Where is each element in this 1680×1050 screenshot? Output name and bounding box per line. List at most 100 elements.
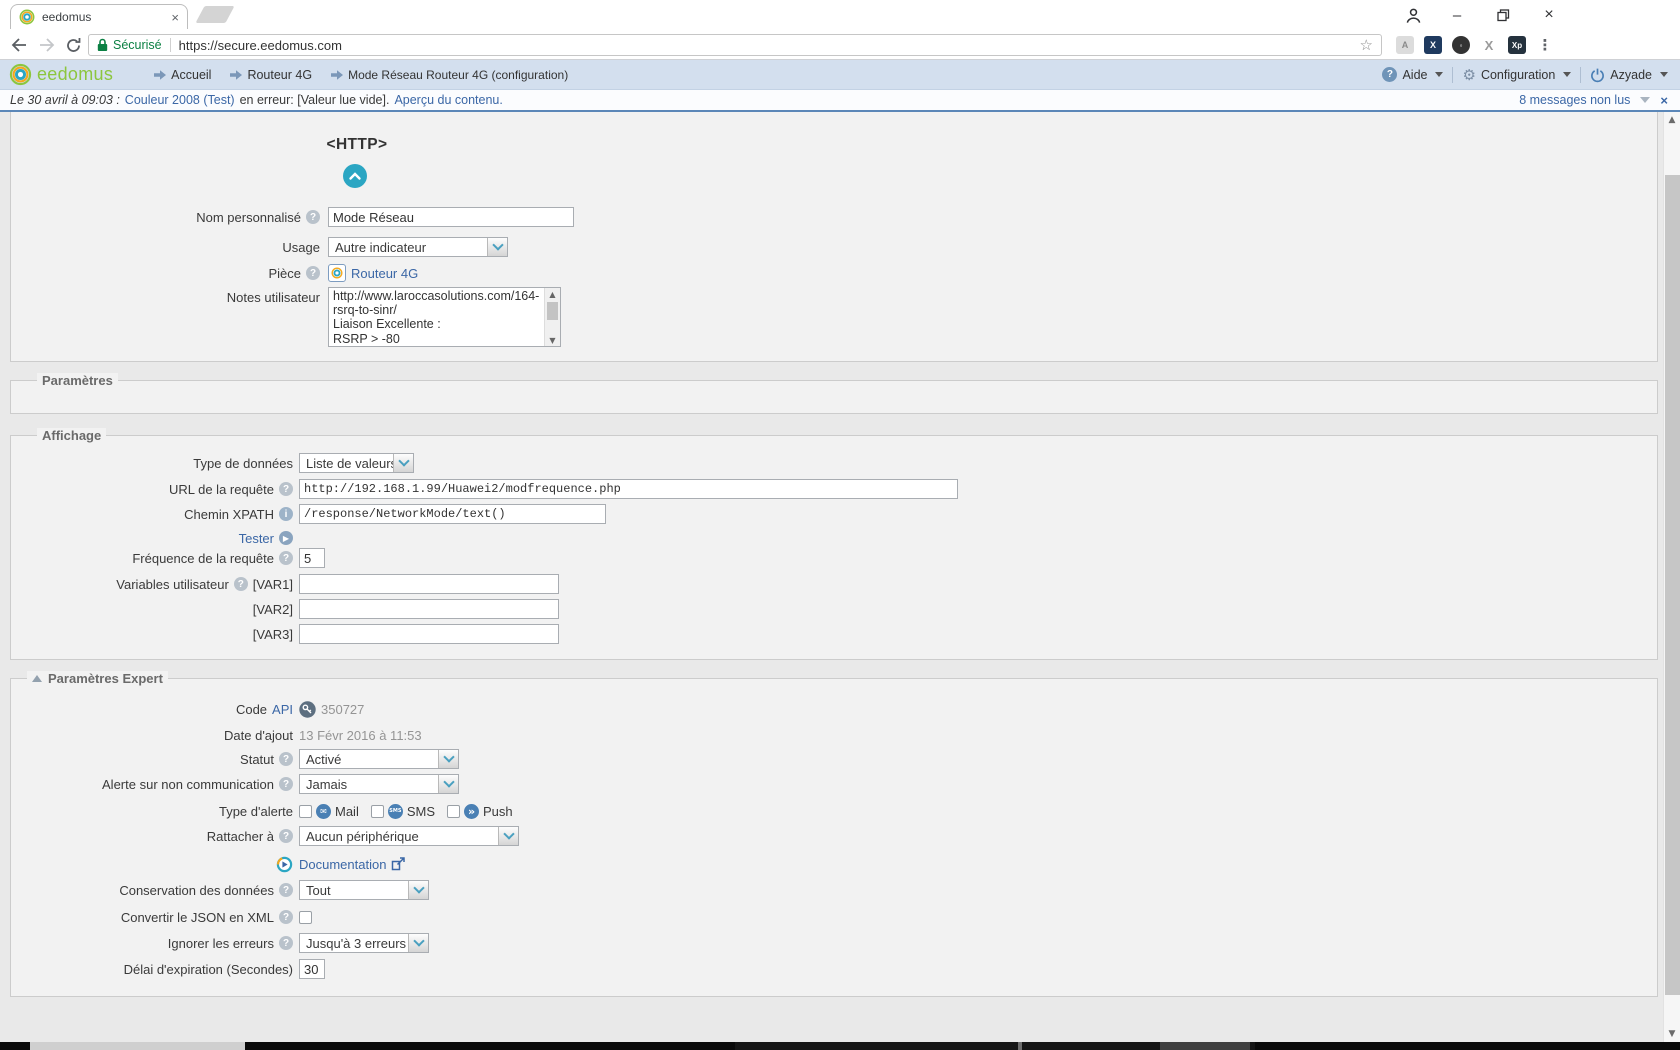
extension-pdf-icon[interactable]: A (1396, 36, 1414, 54)
frequency-label: Fréquence de la requête (132, 551, 274, 566)
usage-row: Usage Autre indicateur (11, 237, 1657, 257)
help-question-icon[interactable]: ? (279, 777, 293, 791)
status-select[interactable]: Activé (299, 749, 459, 769)
eedomus-logo[interactable] (9, 63, 32, 86)
help-question-icon[interactable]: ? (234, 577, 248, 591)
notification-preview-link[interactable]: Aperçu du contenu. (394, 93, 502, 107)
profile-icon[interactable] (1398, 4, 1428, 26)
help-question-icon[interactable]: ? (306, 266, 320, 280)
scrollbar-thumb[interactable] (547, 302, 558, 320)
select-arrow-button[interactable] (408, 934, 428, 952)
browser-tab[interactable]: eedomus × (10, 4, 188, 29)
data-type-select[interactable]: Liste de valeurs (299, 453, 414, 473)
tester-link[interactable]: Tester (239, 531, 274, 546)
notes-scrollbar[interactable]: ▲ ▼ (544, 288, 560, 346)
help-question-icon[interactable]: ? (279, 482, 293, 496)
tab-close-icon[interactable]: × (171, 11, 179, 24)
help-question-icon[interactable]: ? (279, 936, 293, 950)
help-question-icon[interactable]: ? (279, 829, 293, 843)
select-arrow-button[interactable] (487, 238, 507, 256)
notification-bar: Le 30 avril à 09:03 : Couleur 2008 (Test… (0, 90, 1680, 112)
scroll-down-icon[interactable]: ▼ (1664, 1026, 1680, 1042)
help-question-icon[interactable]: ? (279, 883, 293, 897)
configuration-menu[interactable]: ⚙ Configuration (1462, 66, 1571, 84)
new-tab-button[interactable] (195, 6, 234, 23)
help-question-icon[interactable]: ? (279, 752, 293, 766)
help-question-icon[interactable]: ? (306, 210, 320, 224)
push-checkbox[interactable] (447, 805, 460, 818)
extension-x-dark-icon[interactable]: X (1424, 36, 1442, 54)
refresh-icon[interactable] (62, 34, 84, 56)
extension-xp-icon[interactable]: Xp (1508, 36, 1526, 54)
select-arrow-button[interactable] (408, 881, 428, 899)
select-arrow-button[interactable] (498, 827, 518, 845)
attach-select[interactable]: Aucun périphérique (299, 826, 519, 846)
help-menu[interactable]: ? Aide (1382, 67, 1443, 82)
forward-icon[interactable] (36, 34, 58, 56)
page-scrollbar[interactable]: ▲ ▼ (1663, 112, 1680, 1042)
attach-value: Aucun périphérique (300, 827, 498, 845)
var2-input[interactable] (299, 599, 559, 619)
communication-alert-select[interactable]: Jamais (299, 774, 459, 794)
scroll-up-icon[interactable]: ▲ (1664, 112, 1680, 128)
breadcrumb-accueil[interactable]: Accueil (171, 68, 211, 82)
collapse-expert-icon[interactable] (32, 675, 42, 682)
xpath-input[interactable] (299, 504, 606, 524)
name-label-wrap: Nom personnalisé ? (11, 207, 320, 227)
unread-messages-link[interactable]: 8 messages non lus (1519, 93, 1630, 107)
play-icon[interactable]: ▶ (279, 531, 293, 545)
user-menu[interactable]: Azyade (1590, 67, 1668, 83)
close-notification-icon[interactable]: × (1660, 93, 1668, 108)
window-close-button[interactable]: × (1534, 4, 1564, 26)
frequency-input[interactable] (299, 548, 325, 568)
documentation-link[interactable]: Documentation (299, 857, 386, 872)
notes-row: Notes utilisateur (11, 287, 1657, 307)
address-bar[interactable]: Sécurisé https://secure.eedomus.com ☆ (88, 34, 1382, 56)
breadcrumb-routeur-4g[interactable]: Routeur 4G (247, 68, 312, 82)
device-type-title: <HTTP> (257, 136, 457, 154)
push-icon: » (464, 804, 479, 819)
notification-device-link[interactable]: Couleur 2008 (Test) (125, 93, 235, 107)
chevron-down-icon (443, 751, 454, 762)
name-input[interactable] (328, 207, 574, 227)
select-arrow-button[interactable] (393, 454, 413, 472)
back-icon[interactable] (8, 34, 30, 56)
scroll-down-icon[interactable]: ▼ (545, 334, 560, 346)
collapse-section-button[interactable] (343, 164, 367, 188)
sms-label: SMS (407, 804, 435, 819)
ignore-errors-select[interactable]: Jusqu'à 3 erreurs (299, 933, 429, 953)
usage-select[interactable]: Autre indicateur (328, 237, 508, 257)
bookmark-star-icon[interactable]: ☆ (1360, 36, 1373, 54)
data-type-value: Liste de valeurs (300, 454, 393, 472)
scrollbar-thumb[interactable] (1665, 175, 1680, 995)
extension-x-gray-icon[interactable]: X (1480, 36, 1498, 54)
communication-alert-value: Jamais (300, 775, 438, 793)
json-to-xml-checkbox[interactable] (299, 911, 312, 924)
mail-checkbox[interactable] (299, 805, 312, 818)
scroll-up-icon[interactable]: ▲ (545, 288, 560, 300)
url-text[interactable]: https://secure.eedomus.com (179, 38, 1360, 53)
info-icon[interactable]: i (279, 507, 293, 521)
api-link[interactable]: API (272, 702, 293, 717)
select-arrow-button[interactable] (438, 775, 458, 793)
var3-input[interactable] (299, 624, 559, 644)
window-minimize-button[interactable]: – (1442, 4, 1472, 26)
sms-checkbox[interactable] (371, 805, 384, 818)
var1-input[interactable] (299, 574, 559, 594)
chevron-down-icon (413, 882, 424, 893)
data-retention-select[interactable]: Tout (299, 880, 429, 900)
var2-row: [VAR2] (11, 599, 1657, 619)
help-question-icon[interactable]: ? (279, 551, 293, 565)
notes-textarea[interactable]: http://www.laroccasolutions.com/164- rsr… (328, 287, 561, 347)
collapse-notification-icon[interactable] (1640, 97, 1650, 103)
room-link[interactable]: Routeur 4G (351, 266, 418, 281)
request-url-input[interactable] (299, 479, 958, 499)
extension-dark-circle-icon[interactable]: ◦ (1452, 36, 1470, 54)
brand-name[interactable]: eedomus (37, 64, 113, 85)
browser-menu-icon[interactable]: ⋮ (1536, 36, 1554, 54)
window-restore-button[interactable] (1488, 4, 1518, 26)
select-arrow-button[interactable] (438, 750, 458, 768)
api-key-icon[interactable] (299, 701, 316, 718)
help-question-icon[interactable]: ? (279, 910, 293, 924)
timeout-input[interactable] (299, 959, 325, 979)
